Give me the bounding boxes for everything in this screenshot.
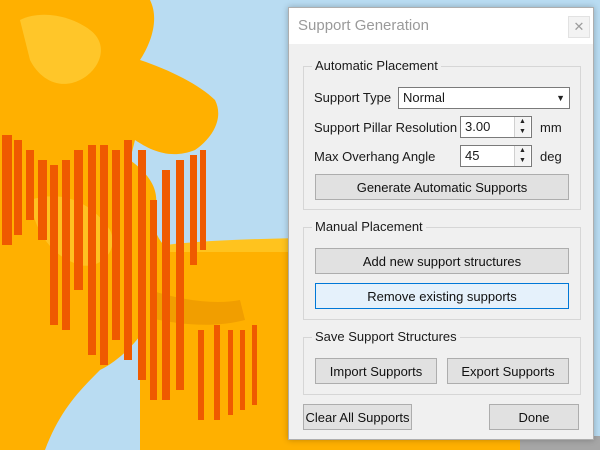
support-pillar [124, 140, 132, 360]
chevron-down-icon: ▼ [556, 93, 565, 103]
support-pillar [190, 155, 197, 265]
support-pillar [198, 330, 204, 420]
done-button[interactable]: Done [489, 404, 579, 430]
support-pillar [162, 170, 170, 400]
import-supports-button[interactable]: Import Supports [315, 358, 437, 384]
overhang-angle-spinbox[interactable]: 45 ▲ ▼ [460, 145, 532, 167]
export-supports-button[interactable]: Export Supports [447, 358, 569, 384]
dialog-titlebar[interactable]: Support Generation ✕ [289, 8, 593, 44]
down-arrow-icon[interactable]: ▼ [515, 127, 530, 137]
support-pillar [2, 135, 12, 245]
support-pillar [240, 330, 245, 410]
support-pillar [138, 150, 146, 380]
down-arrow-icon[interactable]: ▼ [515, 156, 530, 166]
support-pillar [74, 150, 83, 290]
save-support-structures-legend: Save Support Structures [312, 329, 460, 344]
pillar-resolution-spinner: ▲ ▼ [514, 117, 531, 137]
dialog-title: Support Generation [298, 17, 429, 34]
support-pillar [112, 150, 120, 340]
support-type-label: Support Type [314, 90, 392, 105]
support-pillar [38, 160, 47, 240]
automatic-placement-group: Automatic Placement Support Type Normal … [303, 58, 581, 210]
support-pillar [50, 165, 58, 325]
support-pillar [62, 160, 70, 330]
overhang-angle-label: Max Overhang Angle [314, 149, 436, 164]
manual-placement-legend: Manual Placement [312, 219, 426, 234]
support-pillar [100, 145, 108, 365]
close-icon: ✕ [573, 19, 585, 34]
pillar-resolution-spinbox[interactable]: 3.00 ▲ ▼ [460, 116, 532, 138]
pillar-resolution-unit: mm [540, 120, 562, 135]
support-pillar [228, 330, 233, 415]
support-generation-dialog: Support Generation ✕ Automatic Placement… [288, 7, 594, 440]
support-pillar [200, 150, 206, 250]
support-type-value: Normal [403, 90, 445, 105]
remove-existing-supports-button[interactable]: Remove existing supports [315, 283, 569, 309]
pillar-resolution-label: Support Pillar Resolution [314, 120, 458, 135]
add-support-structures-button[interactable]: Add new support structures [315, 248, 569, 274]
support-pillar [252, 325, 257, 405]
support-pillar [26, 150, 34, 220]
clear-all-supports-button[interactable]: Clear All Supports [303, 404, 412, 430]
pillar-resolution-value: 3.00 [465, 119, 491, 134]
close-button[interactable]: ✕ [568, 16, 590, 38]
overhang-angle-unit: deg [540, 149, 562, 164]
overhang-angle-spinner: ▲ ▼ [514, 146, 531, 166]
support-pillar [88, 145, 96, 355]
support-pillar [14, 140, 22, 235]
support-pillar [150, 200, 157, 400]
manual-placement-group: Manual Placement Add new support structu… [303, 219, 581, 320]
automatic-placement-legend: Automatic Placement [312, 58, 441, 73]
support-pillar [176, 160, 184, 390]
overhang-angle-value: 45 [465, 148, 480, 163]
save-support-structures-group: Save Support Structures Import Supports … [303, 329, 581, 395]
support-pillar [214, 325, 220, 420]
support-type-select[interactable]: Normal ▼ [398, 87, 570, 109]
generate-automatic-supports-button[interactable]: Generate Automatic Supports [315, 174, 569, 200]
